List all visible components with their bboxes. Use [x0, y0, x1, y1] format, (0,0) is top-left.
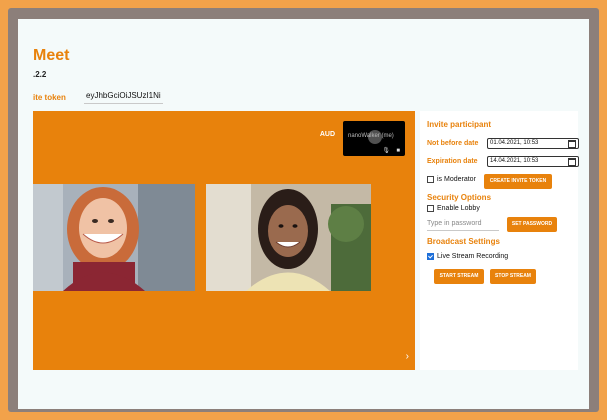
audio-label: AUD	[319, 131, 335, 138]
expiration-date-value: 14.04.2021, 10:53	[490, 158, 539, 164]
self-name-label: nanoWalker (me)	[348, 133, 394, 139]
lobby-checkbox[interactable]	[427, 205, 434, 212]
moderator-checkbox-row[interactable]: is Moderator	[427, 176, 476, 183]
create-invite-token-button[interactable]: CREATE INVITE TOKEN	[484, 174, 552, 189]
not-before-date-value: 01.04.2021, 10:53	[490, 140, 539, 146]
broadcast-heading: Broadcast Settings	[427, 237, 500, 246]
set-password-button[interactable]: SET PASSWORD	[507, 217, 557, 232]
lobby-checkbox-row[interactable]: Enable Lobby	[427, 205, 480, 212]
invite-token-field[interactable]: eyJhbGciOiJSUzI1Ni	[84, 90, 163, 104]
moderator-label: is Moderator	[437, 176, 476, 183]
mic-muted-icon: 🎙	[382, 148, 390, 154]
participant-video-2-image	[206, 184, 371, 291]
chevron-right-icon[interactable]: ›	[406, 351, 409, 362]
expiration-label: Expiration date	[427, 158, 478, 165]
live-stream-checkbox[interactable]	[427, 253, 434, 260]
settings-panel: Invite participant Not before date 01.04…	[420, 111, 579, 370]
self-video-tile[interactable]: nanoWalker (me) 🎙 ■	[343, 121, 405, 156]
calendar-icon[interactable]	[568, 140, 576, 148]
not-before-date-input[interactable]: 01.04.2021, 10:53	[487, 138, 579, 149]
participant-video-2[interactable]	[206, 184, 371, 291]
conference-stage: AUD nanoWalker (me) 🎙 ■ ›	[33, 111, 415, 370]
security-heading: Security Options	[427, 193, 492, 202]
invite-heading: Invite participant	[427, 120, 492, 129]
calendar-icon[interactable]	[568, 158, 576, 166]
participant-video-1-image	[33, 184, 195, 291]
expiration-date-input[interactable]: 14.04.2021, 10:53	[487, 156, 579, 167]
live-stream-label: Live Stream Recording	[437, 253, 509, 260]
lobby-label: Enable Lobby	[437, 205, 480, 212]
stop-stream-button[interactable]: STOP STREAM	[490, 269, 536, 284]
participant-video-1[interactable]	[33, 184, 195, 291]
invite-token-label: ite token	[33, 93, 66, 102]
start-stream-button[interactable]: START STREAM	[434, 269, 484, 284]
live-stream-checkbox-row[interactable]: Live Stream Recording	[427, 253, 508, 260]
app-version: .2.2	[33, 70, 47, 79]
app-title: Meet	[33, 47, 70, 64]
moderator-checkbox[interactable]	[427, 176, 434, 183]
app-page: Meet .2.2 ite token eyJhbGciOiJSUzI1Ni A…	[18, 19, 589, 409]
camera-off-icon: ■	[396, 148, 400, 154]
password-input[interactable]: Type in password	[427, 220, 499, 231]
not-before-label: Not before date	[427, 140, 479, 147]
